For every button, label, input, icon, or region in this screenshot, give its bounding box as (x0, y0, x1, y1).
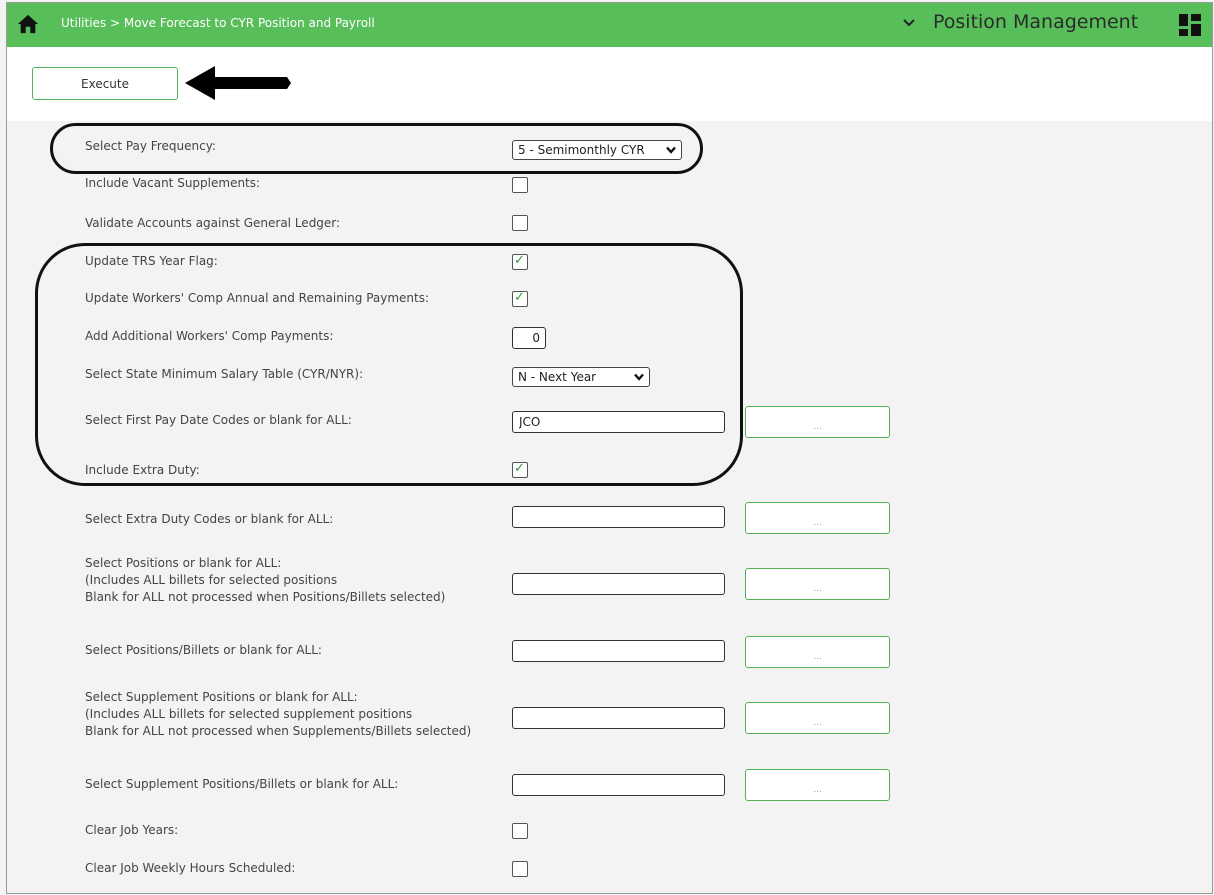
supplement-positions-lookup-button[interactable]: ... (745, 702, 890, 734)
app-title: Position Management (933, 11, 1139, 33)
positions-billets-lookup-button[interactable]: ... (745, 636, 890, 668)
supplement-positions-label: Select Supplement Positions or blank for… (85, 690, 358, 704)
left-arrow-icon (185, 66, 291, 100)
check-icon: ✓ (514, 290, 525, 305)
annotation-rounded-box (35, 243, 743, 486)
chevron-down-icon (634, 373, 644, 381)
chevron-down-icon (666, 146, 676, 154)
clear-job-years-checkbox[interactable] (512, 823, 528, 839)
supplement-billets-label: Select Supplement Positions/Billets or b… (85, 777, 399, 791)
breadcrumb: Utilities > Move Forecast to CYR Positio… (61, 16, 375, 30)
first-pay-date-input[interactable] (512, 411, 725, 433)
chevron-down-icon[interactable] (901, 15, 917, 31)
add-workers-comp-input[interactable] (512, 327, 546, 349)
clear-weekly-hours-label: Clear Job Weekly Hours Scheduled: (85, 861, 296, 875)
add-workers-comp-label: Add Additional Workers' Comp Payments: (85, 329, 334, 343)
positions-lookup-button[interactable]: ... (745, 568, 890, 600)
top-bar: Utilities > Move Forecast to CYR Positio… (7, 3, 1212, 47)
home-icon[interactable] (17, 13, 39, 35)
supplement-positions-note: (Includes ALL billets for selected suppl… (85, 707, 413, 721)
trs-year-flag-checkbox[interactable]: ✓ (512, 253, 528, 270)
pay-frequency-value: 5 - Semimonthly CYR (518, 143, 645, 157)
first-pay-date-label: Select First Pay Date Codes or blank for… (85, 413, 352, 427)
trs-year-flag-label: Update TRS Year Flag: (85, 254, 218, 268)
validate-accounts-label: Validate Accounts against General Ledger… (85, 216, 341, 230)
state-min-salary-value: N - Next Year (518, 370, 597, 384)
dashboard-grid-icon[interactable] (1179, 14, 1201, 36)
include-extra-duty-checkbox[interactable]: ✓ (512, 461, 528, 478)
supplement-billets-lookup-button[interactable]: ... (745, 769, 890, 801)
positions-billets-label: Select Positions/Billets or blank for AL… (85, 643, 322, 657)
positions-label: Select Positions or blank for ALL: (85, 556, 282, 570)
supplement-positions-note-2: Blank for ALL not processed when Supplem… (85, 724, 472, 738)
clear-job-years-label: Clear Job Years: (85, 823, 179, 837)
workers-comp-annual-label: Update Workers' Comp Annual and Remainin… (85, 291, 430, 305)
supplement-billets-input[interactable] (512, 774, 725, 796)
positions-input[interactable] (512, 573, 725, 595)
positions-billets-input[interactable] (512, 640, 725, 662)
check-icon: ✓ (514, 461, 525, 476)
check-icon: ✓ (514, 253, 525, 268)
execute-button[interactable]: Execute (32, 67, 178, 100)
validate-accounts-checkbox[interactable] (512, 215, 528, 231)
include-extra-duty-label: Include Extra Duty: (85, 463, 200, 477)
state-min-salary-select[interactable]: N - Next Year (512, 367, 650, 387)
vacant-supplements-label: Include Vacant Supplements: (85, 176, 261, 190)
clear-weekly-hours-checkbox[interactable] (512, 861, 528, 877)
extra-duty-codes-lookup-button[interactable]: ... (745, 502, 890, 534)
first-pay-date-lookup-button[interactable]: ... (745, 406, 890, 438)
positions-note-2: Blank for ALL not processed when Positio… (85, 590, 446, 604)
pay-frequency-label: Select Pay Frequency: (85, 139, 216, 153)
extra-duty-codes-input[interactable] (512, 506, 725, 528)
workers-comp-annual-checkbox[interactable]: ✓ (512, 290, 528, 307)
state-min-salary-label: Select State Minimum Salary Table (CYR/N… (85, 367, 364, 381)
pay-frequency-select[interactable]: 5 - Semimonthly CYR (512, 140, 682, 160)
vacant-supplements-checkbox[interactable] (512, 177, 528, 193)
toolbar: Execute (7, 47, 1212, 121)
app-window: Utilities > Move Forecast to CYR Positio… (6, 2, 1213, 894)
extra-duty-codes-label: Select Extra Duty Codes or blank for ALL… (85, 512, 334, 526)
supplement-positions-input[interactable] (512, 707, 725, 729)
positions-note: (Includes ALL billets for selected posit… (85, 573, 338, 587)
